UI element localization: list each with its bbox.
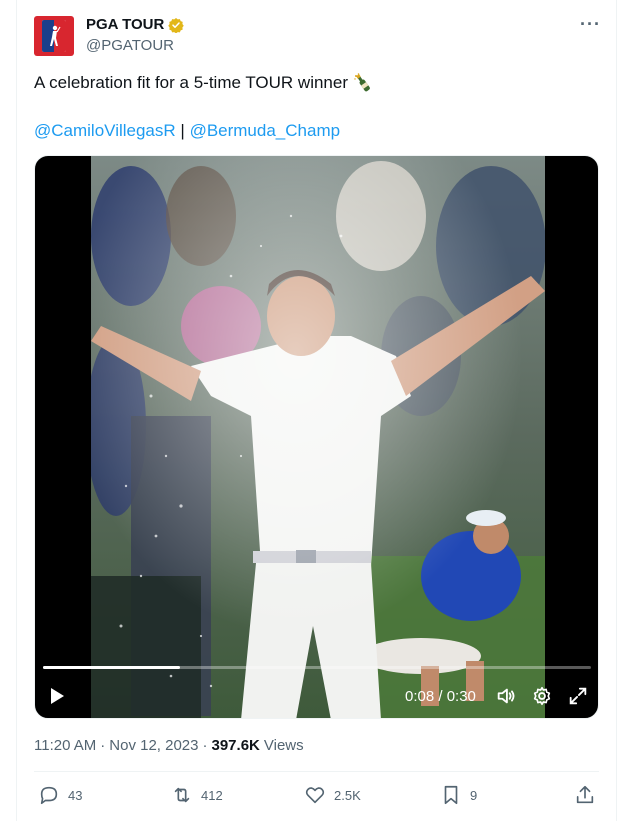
mention-separator: |	[180, 121, 185, 140]
repost-button[interactable]: 412	[171, 784, 223, 806]
like-count: 2.5K	[334, 787, 361, 803]
video-frame[interactable]	[91, 156, 545, 718]
repost-count: 412	[201, 787, 223, 803]
share-button[interactable]	[574, 784, 596, 806]
golfer-silhouette-icon	[50, 25, 61, 46]
video-time-display: 0:08 / 0:30	[405, 688, 476, 705]
tweet-mentions: @CamiloVillegasR | @Bermuda_Champ	[34, 120, 340, 142]
fullscreen-icon[interactable]	[567, 685, 589, 707]
timeline-right-border	[616, 0, 617, 821]
tweet-date[interactable]: Nov 12, 2023	[109, 737, 198, 754]
tweet-time[interactable]: 11:20 AM	[34, 737, 96, 754]
author-handle[interactable]: @PGATOUR	[86, 37, 174, 54]
video-progress-fill	[43, 666, 180, 669]
heart-icon	[305, 787, 325, 804]
meta-dot: ·	[100, 737, 106, 754]
like-button[interactable]: 2.5K	[304, 784, 361, 806]
play-icon[interactable]	[47, 686, 67, 706]
reply-icon	[40, 786, 58, 805]
share-icon	[576, 785, 594, 804]
tweet-meta: 11:20 AM · Nov 12, 2023 · 397.6K Views	[34, 737, 304, 754]
author-name-row[interactable]: PGA TOUR	[86, 16, 185, 33]
video-player[interactable]: 0:08 / 0:30	[34, 155, 599, 719]
repost-icon	[174, 787, 190, 803]
bookmark-icon	[444, 785, 458, 805]
pga-tour-logo-icon	[42, 20, 66, 52]
more-options-icon[interactable]: ···	[580, 14, 601, 35]
author-avatar[interactable]	[34, 16, 74, 56]
verified-badge-icon[interactable]	[168, 17, 185, 33]
tweet-actions: 43 412 2.5K 9	[34, 784, 599, 810]
video-thumbnail-image	[91, 156, 545, 718]
reply-button[interactable]: 43	[38, 784, 82, 806]
champagne-bottle-icon	[354, 73, 370, 92]
timeline-left-border	[16, 0, 17, 821]
meta-dot: ·	[202, 737, 208, 754]
views-count[interactable]: 397.6K	[212, 737, 260, 754]
author-display-name[interactable]: PGA TOUR	[86, 16, 164, 33]
mention-link-camilo[interactable]: @CamiloVillegasR	[34, 121, 176, 140]
settings-gear-icon[interactable]	[531, 685, 553, 707]
volume-icon[interactable]	[495, 685, 517, 707]
bookmark-count: 9	[470, 787, 478, 803]
tweet-body: A celebration fit for a 5-time TOUR winn…	[34, 73, 349, 92]
reply-count: 43	[68, 787, 83, 803]
views-label: Views	[263, 737, 304, 754]
tweet-text: A celebration fit for a 5-time TOUR winn…	[34, 72, 374, 94]
video-progress-bar[interactable]	[43, 666, 591, 669]
mention-link-bermuda[interactable]: @Bermuda_Champ	[190, 121, 341, 140]
bookmark-button[interactable]: 9	[440, 784, 477, 806]
actions-divider	[34, 771, 599, 772]
